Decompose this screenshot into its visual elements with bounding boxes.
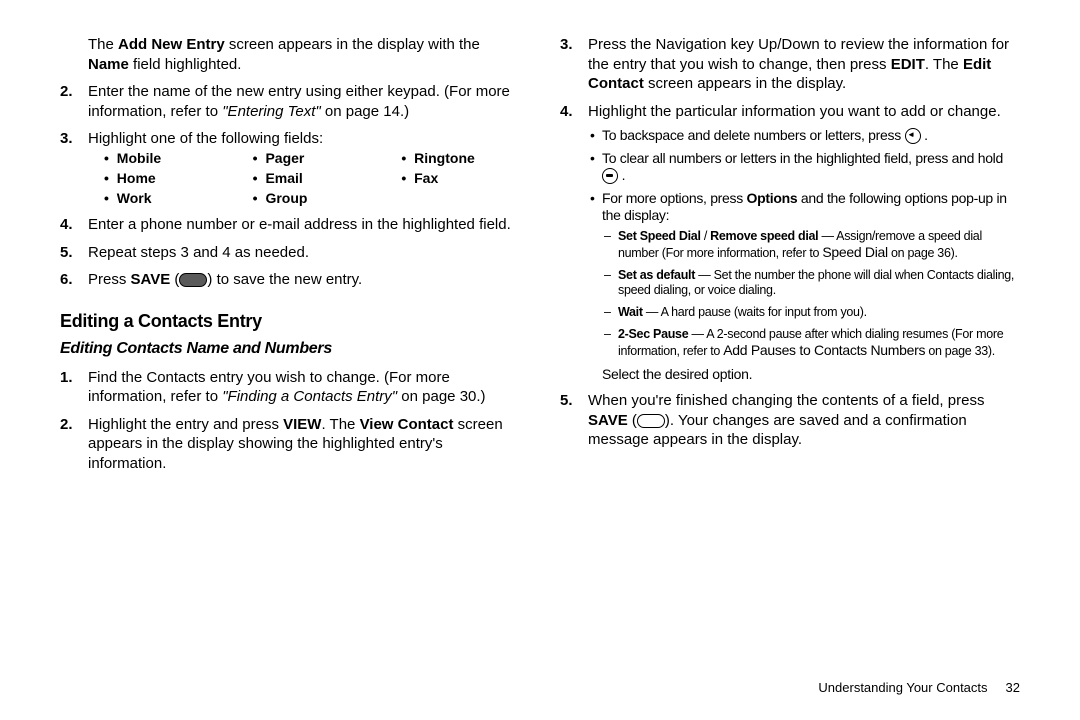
step-2: 2. Enter the name of the new entry using… — [88, 82, 520, 121]
save-key-icon — [179, 273, 207, 287]
field-email: Email — [253, 169, 372, 187]
footer: Understanding Your Contacts 32 — [0, 680, 1080, 695]
subsection-heading: Editing Contacts Name and Numbers — [60, 339, 520, 360]
field-work: Work — [104, 189, 223, 207]
option-dashes: Set Speed Dial / Remove speed dial — Ass… — [602, 229, 1020, 360]
dash-2sec: 2-Sec Pause — A 2-second pause after whi… — [618, 327, 1020, 360]
step-5: 5.Repeat steps 3 and 4 as needed. — [88, 243, 520, 263]
edit-step-1: 1. Find the Contacts entry you wish to c… — [88, 368, 520, 407]
intro-line: The Add New Entry screen appears in the … — [88, 35, 520, 74]
dash-wait: Wait — A hard pause (waits for input fro… — [618, 305, 1020, 321]
section-heading: Editing a Contacts Entry — [60, 310, 520, 333]
field-pager: Pager — [253, 149, 372, 167]
edit-step-3: 3. Press the Navigation key Up/Down to r… — [588, 35, 1020, 94]
back-key-icon — [905, 128, 921, 144]
edit-step-5: 5. When you're finished changing the con… — [588, 391, 1020, 450]
save-key-icon — [637, 414, 665, 428]
field-ringtone: Ringtone — [401, 149, 520, 167]
page-number: 32 — [1006, 680, 1020, 695]
field-fax: Fax — [401, 169, 520, 187]
edit-steps-left: 1. Find the Contacts entry you wish to c… — [60, 368, 520, 474]
edit-step-2: 2. Highlight the entry and press VIEW. T… — [88, 415, 520, 474]
edit-steps-right: 3. Press the Navigation key Up/Down to r… — [560, 35, 1020, 450]
page: The Add New Entry screen appears in the … — [0, 0, 1080, 680]
add-entry-steps: The Add New Entry screen appears in the … — [60, 35, 520, 290]
sub-bullets: To backspace and delete numbers or lette… — [588, 127, 1020, 383]
right-column: 3. Press the Navigation key Up/Down to r… — [560, 35, 1020, 660]
bullet-clear: To clear all numbers or letters in the h… — [602, 150, 1020, 185]
footer-label: Understanding Your Contacts — [818, 680, 987, 695]
bullet-backspace: To backspace and delete numbers or lette… — [602, 127, 1020, 145]
step-3: 3. Highlight one of the following fields… — [88, 129, 520, 207]
field-group: Group — [253, 189, 372, 207]
select-line: Select the desired option. — [602, 366, 1020, 384]
left-column: The Add New Entry screen appears in the … — [60, 35, 520, 660]
step-4: 4.Enter a phone number or e-mail address… — [88, 215, 520, 235]
edit-step-4: 4. Highlight the particular information … — [588, 102, 1020, 384]
hold-key-icon — [602, 168, 618, 184]
field-grid: Mobile Pager Ringtone Home Email Fax Wor… — [104, 149, 520, 208]
field-mobile: Mobile — [104, 149, 223, 167]
bullet-options: For more options, press Options and the … — [602, 190, 1020, 384]
step-6: 6. Press SAVE () to save the new entry. — [88, 270, 520, 290]
field-home: Home — [104, 169, 223, 187]
dash-default: Set as default — Set the number the phon… — [618, 268, 1020, 299]
dash-speed-dial: Set Speed Dial / Remove speed dial — Ass… — [618, 229, 1020, 262]
